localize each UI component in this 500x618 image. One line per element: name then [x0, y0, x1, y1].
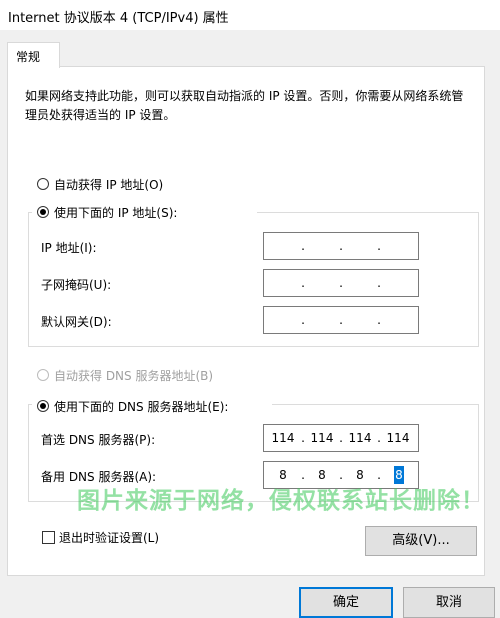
octet: 8: [318, 468, 326, 482]
validate-checkbox[interactable]: [42, 531, 55, 544]
dot: .: [301, 276, 305, 290]
ok-button[interactable]: 确定: [299, 587, 393, 618]
dns-manual-label[interactable]: 使用下面的 DNS 服务器地址(E):: [54, 398, 228, 415]
dot: .: [377, 468, 381, 482]
dot: .: [301, 468, 305, 482]
advanced-button[interactable]: 高级(V)...: [365, 526, 477, 556]
dns-manual-radio[interactable]: [37, 400, 49, 412]
subnet-mask-field[interactable]: . . .: [263, 269, 419, 297]
octet: 8: [356, 468, 364, 482]
dot: .: [339, 239, 343, 253]
preferred-dns-field[interactable]: 114 . 114 . 114 . 114: [263, 424, 419, 452]
cancel-button[interactable]: 取消: [403, 587, 495, 618]
tab-general-label: 常规: [16, 50, 41, 64]
validate-label[interactable]: 退出时验证设置(L): [59, 529, 159, 546]
dot: .: [377, 276, 381, 290]
octet: 8: [279, 468, 287, 482]
default-gateway-label: 默认网关(D):: [41, 315, 112, 329]
ip-auto-label[interactable]: 自动获得 IP 地址(O): [54, 176, 163, 193]
dot: .: [339, 276, 343, 290]
dot: .: [301, 431, 305, 445]
dot: .: [339, 313, 343, 327]
title-bar[interactable]: Internet 协议版本 4 (TCP/IPv4) 属性: [0, 0, 500, 30]
octet: 114: [310, 431, 334, 445]
ip-manual-label[interactable]: 使用下面的 IP 地址(S):: [54, 204, 177, 221]
ip-auto-radio[interactable]: [37, 178, 49, 190]
dot: .: [377, 239, 381, 253]
description-text: 如果网络支持此功能，则可以获取自动指派的 IP 设置。否则，你需要从网络系统管理…: [25, 89, 464, 122]
dot: .: [377, 431, 381, 445]
ip-address-field[interactable]: . . .: [263, 232, 419, 260]
preferred-dns-label: 首选 DNS 服务器(P):: [41, 433, 156, 447]
default-gateway-field[interactable]: . . .: [263, 306, 419, 334]
window-title: Internet 协议版本 4 (TCP/IPv4) 属性: [8, 11, 229, 26]
ip-manual-radio[interactable]: [37, 206, 49, 218]
octet: 114: [271, 431, 295, 445]
tab-general[interactable]: 常规: [7, 42, 60, 68]
subnet-mask-label: 子网掩码(U):: [41, 278, 112, 292]
dot: .: [377, 313, 381, 327]
dot: .: [339, 468, 343, 482]
ip-address-label: IP 地址(I):: [41, 241, 97, 255]
dot: .: [301, 313, 305, 327]
octet: 114: [348, 431, 372, 445]
watermark-text: 图片来源于网络，侵权联系站长删除！: [77, 488, 485, 514]
dot: .: [301, 239, 305, 253]
dns-auto-label[interactable]: 自动获得 DNS 服务器地址(B): [54, 367, 213, 384]
dot: .: [339, 431, 343, 445]
dns-auto-radio[interactable]: [37, 369, 49, 381]
octet: 114: [386, 431, 410, 445]
